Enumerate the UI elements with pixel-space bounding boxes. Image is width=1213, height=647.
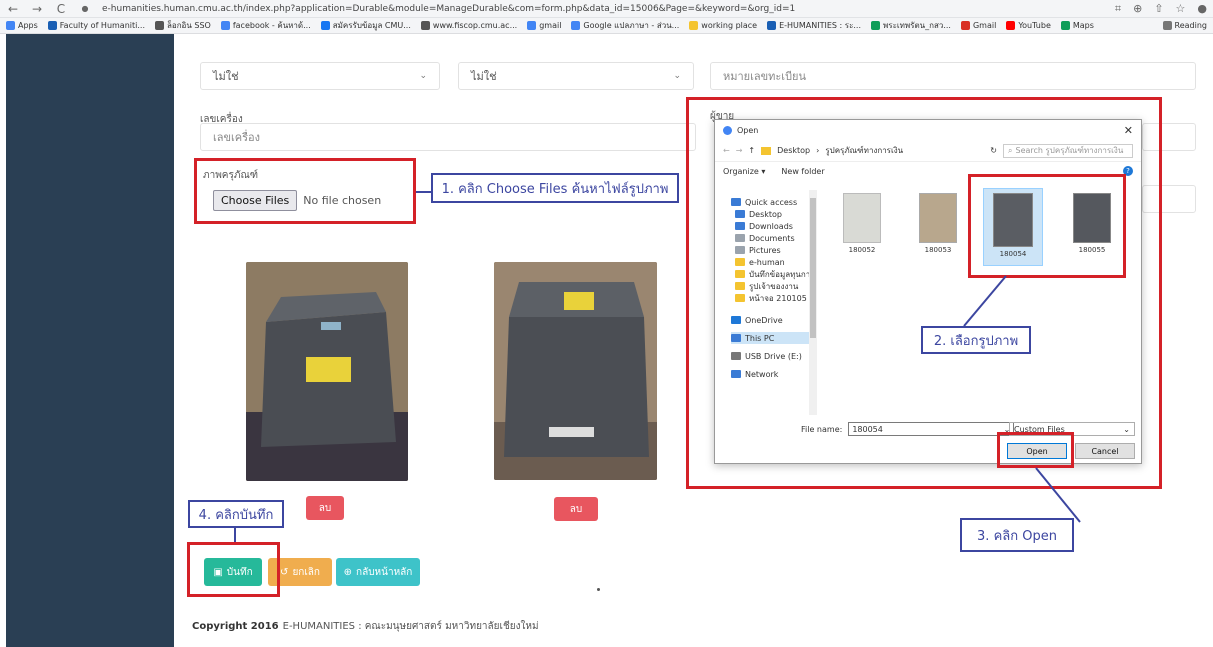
- bookmark-item[interactable]: พระเทพรัตน_กสว...: [871, 19, 951, 32]
- bookmark-item[interactable]: Gmail: [960, 21, 996, 30]
- highlight-box-choose-files: [194, 158, 416, 224]
- connector-line-step3: [1035, 467, 1081, 523]
- bookmark-item[interactable]: www.fiscop.cmu.ac...: [420, 21, 517, 30]
- annotation-step1: 1. คลิก Choose Files ค้นหาไฟล์รูปภาพ: [431, 173, 679, 203]
- reading-list-icon: [1162, 21, 1172, 30]
- back-home-button[interactable]: ⊕ กลับหน้าหลัก: [336, 558, 420, 586]
- bookmark-favicon-icon: [420, 21, 430, 30]
- bookmark-item[interactable]: YouTube: [1006, 21, 1051, 30]
- footer-org: E-HUMANITIES : คณะมนุษยศาสตร์ มหาวิทยาลั…: [282, 621, 539, 632]
- back-circle-icon: ⊕: [343, 566, 353, 578]
- gmail-icon: [960, 21, 970, 30]
- dot-marker: [597, 588, 600, 591]
- copyright-text: Copyright 2016: [192, 621, 279, 632]
- sidebar: [6, 34, 174, 647]
- printer-photo-image: [494, 262, 657, 480]
- registration-input[interactable]: หมายเลขทะเบียน: [710, 62, 1196, 90]
- maps-pin-icon: [1060, 21, 1070, 30]
- machine-input[interactable]: เลขเครื่อง: [200, 123, 696, 151]
- forward-arrow-icon[interactable]: →: [30, 2, 44, 16]
- profile-icon[interactable]: ●: [1197, 2, 1207, 16]
- annotation-step4: 4. คลิกบันทึก: [188, 500, 284, 528]
- folder-icon: [689, 21, 699, 30]
- sheets-icon: [871, 21, 881, 30]
- select-field-2[interactable]: ไม่ใช่ ⌄: [458, 62, 694, 90]
- product-photo-1: [246, 262, 408, 481]
- youtube-icon: [1006, 21, 1016, 30]
- bookmark-item[interactable]: Maps: [1060, 21, 1094, 30]
- annotation-step2: 2. เลือกรูปภาพ: [921, 326, 1031, 354]
- bookmark-apps[interactable]: Apps: [6, 21, 38, 30]
- delete-photo-1-button[interactable]: ลบ: [306, 496, 344, 520]
- connector-line-step2: [963, 275, 1007, 327]
- bookmark-item[interactable]: สมัครรับข้อมูล CMU...: [320, 19, 411, 32]
- reset-icon: ↺: [280, 566, 289, 578]
- translate-icon[interactable]: ⌗: [1115, 2, 1121, 16]
- browser-toolbar: ← → C ● e-humanities.human.cmu.ac.th/ind…: [0, 0, 1213, 18]
- footer: Copyright 2016 E-HUMANITIES : คณะมนุษยศา…: [174, 606, 1213, 647]
- bookmark-favicon-icon: [155, 21, 164, 30]
- bookmark-item[interactable]: facebook - ค้นหาด้...: [220, 19, 311, 32]
- product-photo-2: [494, 262, 657, 480]
- bookmarks-bar: Apps Faculty of Humaniti... ล็อกอิน SSO …: [0, 18, 1213, 34]
- delete-photo-2-button[interactable]: ลบ: [554, 497, 598, 521]
- back-arrow-icon[interactable]: ←: [6, 2, 20, 16]
- share-icon[interactable]: ⇧: [1154, 2, 1163, 16]
- apps-grid-icon: [6, 21, 15, 30]
- highlight-box-save: [187, 542, 280, 597]
- reload-icon[interactable]: C: [54, 2, 68, 16]
- highlight-box-open: [997, 432, 1074, 468]
- chevron-down-icon: ⌄: [419, 71, 427, 81]
- select-field-1[interactable]: ไม่ใช่ ⌄: [200, 62, 440, 90]
- address-bar[interactable]: e-humanities.human.cmu.ac.th/index.php?a…: [102, 4, 795, 14]
- printer-photo-image: [246, 262, 408, 481]
- highlight-box-selected-file: [968, 174, 1126, 278]
- bookmark-item[interactable]: gmail: [527, 21, 561, 30]
- lock-icon: ●: [81, 4, 89, 13]
- google-icon: [527, 21, 537, 30]
- star-icon[interactable]: ☆: [1176, 2, 1186, 16]
- connector-line-step1: [416, 191, 431, 193]
- bookmark-item[interactable]: working place: [689, 21, 757, 30]
- google-icon: [220, 21, 230, 30]
- bookmark-item[interactable]: E-HUMANITIES : ระ...: [767, 19, 861, 32]
- highlight-box-dialog: [686, 97, 1162, 489]
- annotation-step3: 3. คลิก Open: [960, 518, 1074, 552]
- facebook-icon: [320, 21, 330, 30]
- bookmark-item[interactable]: Faculty of Humaniti...: [47, 21, 145, 30]
- reading-list[interactable]: Reading: [1162, 21, 1207, 30]
- bookmark-item[interactable]: ล็อกอิน SSO: [155, 19, 211, 32]
- google-icon: [571, 21, 581, 30]
- bookmark-favicon-icon: [47, 21, 57, 30]
- chevron-down-icon: ⌄: [673, 71, 681, 81]
- zoom-icon[interactable]: ⊕: [1133, 2, 1142, 16]
- bookmark-item[interactable]: Google แปลภาษา - ส่วน...: [571, 19, 679, 32]
- bookmark-favicon-icon: [767, 21, 777, 30]
